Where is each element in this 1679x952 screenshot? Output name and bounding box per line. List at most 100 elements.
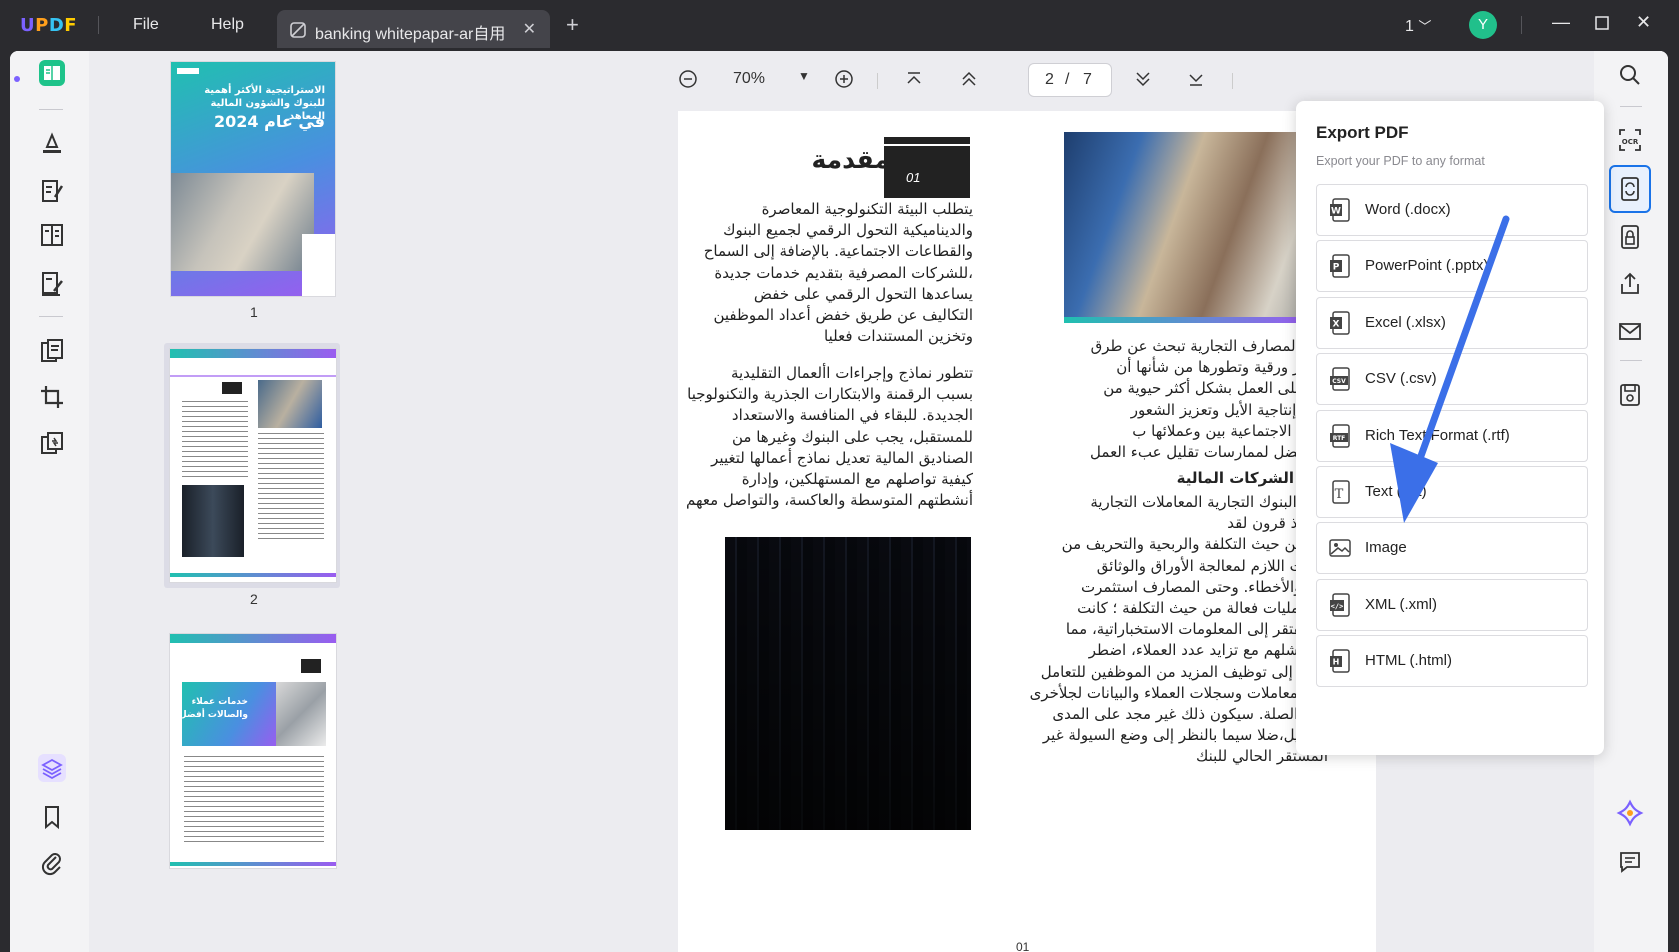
protect-pdf-icon[interactable] — [1616, 223, 1644, 251]
view-toolbar: 70% ▼ 2 / 7 — [678, 63, 1368, 99]
window-count-value: 1 — [1405, 18, 1414, 35]
title-separator — [98, 16, 99, 34]
svg-text:T: T — [1335, 487, 1344, 502]
menu-file[interactable]: File — [133, 16, 159, 34]
left-toolbar — [10, 51, 89, 952]
crop-icon[interactable] — [38, 383, 66, 411]
reader-mode-icon[interactable] — [38, 59, 66, 87]
svg-text:P: P — [1333, 263, 1340, 273]
previous-page-icon[interactable] — [960, 69, 978, 94]
arrow-shaft — [1408, 215, 1510, 485]
zoom-in-icon[interactable] — [834, 69, 854, 94]
section-heading: مقدمة — [811, 145, 890, 174]
pdf-page: 01 مقدمة يتطلب البيئة التكنولوجية المعاص… — [678, 111, 1376, 952]
page2-top-line — [170, 375, 336, 377]
thumbnail-page-1[interactable]: الاستراتيجية الأكثر أهمية للبنوك والشؤون… — [171, 62, 335, 296]
compare-files-icon[interactable] — [38, 429, 66, 457]
zoom-dropdown-icon[interactable]: ▼ — [798, 69, 810, 83]
current-page: 2 — [1045, 71, 1054, 88]
zoom-out-icon[interactable] — [678, 69, 698, 94]
text-line: لت من حيث التكلفة والربحية والتحريف من — [1061, 535, 1328, 554]
cover-logo — [177, 68, 199, 74]
svg-text:OCR: OCR — [1622, 138, 1639, 146]
thumbnail-page-2[interactable] — [170, 349, 336, 582]
text-line: مع المعاملات وسجلات العملاء والبيانات لج… — [1029, 683, 1328, 702]
window-count[interactable]: 1 ﹀ — [1405, 16, 1431, 36]
zoom-level[interactable]: 70% — [733, 70, 765, 88]
text-line: ؤولية الاجتماعية بين وعملائها ب — [1132, 421, 1328, 440]
save-icon[interactable] — [1616, 381, 1644, 409]
page2-header-bar — [170, 349, 336, 358]
attachment-icon[interactable] — [38, 849, 66, 877]
page-tools-icon[interactable] — [38, 337, 66, 365]
text-line: للمستقبل، يجب على البنوك وغيرها من — [731, 427, 973, 446]
ai-assistant-icon[interactable] — [1616, 799, 1644, 827]
layers-icon[interactable] — [38, 754, 66, 782]
svg-text:</>: </> — [1331, 603, 1344, 611]
right-separator-2 — [1620, 360, 1642, 361]
text-line: والقطاعات الاجتماعية. بالإضافة إلى السما… — [703, 242, 973, 261]
organize-pages-icon[interactable] — [38, 221, 66, 249]
text-line: تتت المصارف التجارية تبحث عن طرق — [1090, 337, 1328, 355]
page3-text — [184, 756, 324, 844]
main-frame: الاستراتيجية الأكثر أهمية للبنوك والشؤون… — [10, 51, 1668, 952]
search-icon[interactable] — [1616, 61, 1644, 89]
page2-photo — [258, 380, 322, 428]
image-icon — [1329, 536, 1351, 560]
minimize-icon[interactable]: — — [1552, 12, 1570, 33]
text-line: التكاليف عن طريق خفض أعداد الموظفين — [713, 306, 973, 325]
first-page-icon[interactable] — [905, 69, 923, 94]
page2-text-col2 — [258, 433, 324, 543]
menu-help[interactable]: Help — [211, 16, 244, 34]
email-icon[interactable] — [1616, 317, 1644, 345]
section-badge: 01 — [884, 137, 970, 198]
document-tab[interactable]: banking whitepapar-ar自用 ✕ — [277, 10, 550, 48]
tab-close-icon[interactable]: ✕ — [523, 19, 536, 39]
arrow-head — [1390, 443, 1438, 523]
last-page-icon[interactable] — [1187, 69, 1205, 94]
page3-photo — [276, 682, 326, 746]
photo-gradient-bar — [1064, 317, 1310, 323]
thumbnail-page-3[interactable]: خدمات عملاء والصالات أفضل — [170, 634, 336, 868]
word-icon: W — [1329, 198, 1351, 222]
export-xml-button[interactable]: </> XML (.xml) — [1316, 579, 1588, 631]
text-line: ية منذ قرون لقد — [1227, 514, 1328, 533]
tab-title: banking whitepapar-ar自用 — [315, 26, 506, 43]
text-line: البنك إلى توظيف المزيد من الموظفين للتعا… — [1040, 662, 1328, 681]
left-separator-2 — [39, 316, 63, 317]
toolbar-separator — [877, 73, 878, 89]
thumbnail-label-1: 1 — [250, 304, 258, 320]
comments-icon[interactable] — [1616, 848, 1644, 876]
text-line: دة عمليات فعالة من حيث التكلفة ؛ كانت — [1077, 599, 1328, 618]
rtf-icon: RTF — [1329, 424, 1351, 448]
next-page-icon[interactable] — [1134, 69, 1152, 94]
export-html-label: HTML (.html) — [1365, 652, 1452, 669]
text-line: بسبب الرقمنة والابتكارات الجذرية والتكنو… — [687, 385, 973, 404]
right-toolbar: OCR — [1594, 51, 1668, 952]
page-number-input[interactable]: 2 / 7 — [1028, 63, 1112, 97]
export-html-button[interactable]: H HTML (.html) — [1316, 635, 1588, 687]
new-tab-icon[interactable]: + — [566, 12, 579, 38]
user-avatar[interactable]: Y — [1469, 11, 1497, 39]
share-icon[interactable] — [1616, 270, 1644, 298]
xml-icon: </> — [1329, 593, 1351, 617]
text-line: الطويل،ضلا سيما بالنظر إلى وضع السيولة غ… — [1042, 726, 1328, 745]
bookmark-icon[interactable] — [38, 803, 66, 831]
text-line: ذات الصلة. سيكون ذلك غير مجد على المدى — [1052, 705, 1328, 724]
maximize-icon[interactable] — [1595, 14, 1609, 35]
text-line: الصناديق المالية تعديل نماذج أعمالها لتغ… — [711, 448, 973, 467]
text-line: لى فشلهم مع تزايد عدد العملاء، اضطر — [1088, 641, 1328, 660]
page3-title: خدمات عملاء والصالات أفضل — [178, 697, 248, 720]
comment-highlighter-icon[interactable] — [38, 129, 66, 157]
text-icon: T — [1329, 480, 1351, 504]
text-line: والديناميكية التحول الرقمي لجميع البنوك — [723, 221, 973, 240]
close-window-icon[interactable]: ✕ — [1636, 12, 1651, 33]
text-line: الوقت اللازم لمعالجة الأوراق والوثائق — [1096, 556, 1328, 575]
convert-pdf-button[interactable] — [1609, 165, 1651, 213]
edit-pdf-icon[interactable] — [38, 177, 66, 205]
svg-text:X: X — [1333, 320, 1340, 330]
indicator-dot — [14, 76, 20, 82]
fill-sign-icon[interactable] — [38, 269, 66, 297]
ocr-icon[interactable]: OCR — [1616, 126, 1644, 154]
text-line: هم تفتقر إلى المعلومات الاستخباراتية، مم… — [1065, 620, 1328, 639]
